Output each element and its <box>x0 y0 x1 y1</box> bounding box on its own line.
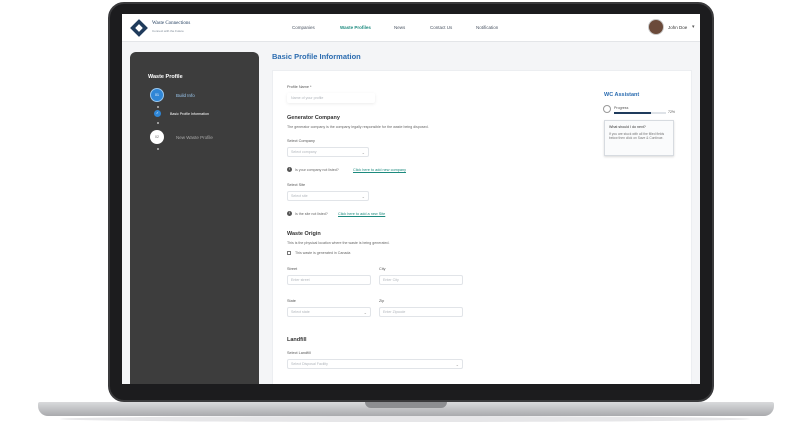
profile-name-input[interactable]: Name of your profile <box>287 93 375 103</box>
check-icon: ✓ <box>154 110 161 117</box>
page-title: Basic Profile Information <box>272 52 361 61</box>
select-landfill-label: Select Landfill <box>287 351 311 355</box>
profile-name-label: Profile Name * <box>287 85 312 89</box>
chevron-down-icon: ⌄ <box>361 150 365 155</box>
progress-percent: 72% <box>668 110 676 114</box>
laptop-shadow <box>60 416 750 422</box>
avatar[interactable] <box>648 19 664 35</box>
step-label-basic-profile[interactable]: Basic Profile Information <box>170 112 209 116</box>
canada-checkbox[interactable] <box>287 251 291 255</box>
wc-assistant-panel: WC Assistant Progress 72% What should I … <box>598 86 682 162</box>
street-input[interactable]: Enter street <box>287 275 371 285</box>
step-circle-build-info[interactable]: 01 <box>150 88 164 102</box>
canada-checkbox-label: This waste is generated in Canada <box>295 251 351 255</box>
progress-ring-icon <box>603 105 611 113</box>
top-navigation-bar: Waste Connections Connect with the Futur… <box>122 14 700 42</box>
add-site-link[interactable]: Click here to add a new Site <box>338 212 385 216</box>
select-site-label: Select Site <box>287 183 306 187</box>
state-dropdown[interactable]: Select state ⌄ <box>287 307 371 317</box>
progress-bar-fill <box>614 112 652 114</box>
laptop-mockup: Waste Connections Connect with the Futur… <box>0 0 810 430</box>
waste-origin-description: This is the physical location where the … <box>287 241 390 245</box>
site-not-listed-text: Is the site not listed? <box>295 212 328 216</box>
progress-label: Progress <box>614 106 629 110</box>
zip-input[interactable]: Enter Zipcode <box>379 307 463 317</box>
company-not-listed-text: Is your company not listed? <box>295 168 339 172</box>
assistant-title: WC Assistant <box>604 92 640 98</box>
brand-tagline: Connect with the Future <box>152 29 184 33</box>
state-label: State <box>287 299 296 303</box>
nav-contact-us[interactable]: Contact Us <box>430 25 452 30</box>
wizard-sidebar: Waste Profile 01 Build Info ✓ Basic Prof… <box>130 52 259 384</box>
chevron-down-icon[interactable]: ▾ <box>692 24 695 30</box>
laptop-notch <box>365 402 447 408</box>
add-company-link[interactable]: Click here to add new company <box>353 168 406 172</box>
generator-heading: Generator Company <box>287 115 340 121</box>
state-value: Select state <box>291 310 310 314</box>
select-company-value: Select company <box>291 150 317 154</box>
select-company-label: Select Company <box>287 139 315 143</box>
info-icon: i <box>287 167 292 172</box>
chevron-down-icon: ⌄ <box>361 194 365 199</box>
landfill-heading: Landfill <box>287 337 307 343</box>
chevron-down-icon: ⌄ <box>363 310 367 315</box>
nav-notification[interactable]: Notification <box>476 25 498 30</box>
step-label-build-info[interactable]: Build Info <box>176 93 195 98</box>
generator-description: The generator company is the company leg… <box>287 125 429 129</box>
city-input[interactable]: Enter City <box>379 275 463 285</box>
nav-companies[interactable]: Companies <box>292 25 315 30</box>
user-name[interactable]: John Doe <box>668 25 687 30</box>
info-icon: i <box>287 211 292 216</box>
street-label: Street <box>287 267 298 271</box>
company-logo-icon[interactable] <box>130 19 148 37</box>
zip-label: Zip <box>379 299 385 303</box>
waste-origin-heading: Waste Origin <box>287 231 321 237</box>
step-circle-new-waste-profile[interactable]: 02 <box>150 130 164 144</box>
select-company-dropdown[interactable]: Select company ⌄ <box>287 147 369 157</box>
select-landfill-value: Select Disposal Facility <box>291 362 328 366</box>
select-landfill-dropdown[interactable]: Select Disposal Facility ⌄ <box>287 359 463 369</box>
brand-name: Waste Connections <box>152 21 191 26</box>
city-label: City <box>379 267 386 271</box>
select-site-dropdown[interactable]: Select site ⌄ <box>287 191 369 201</box>
assistant-tip-card: What should I do next? If you are stuck … <box>604 120 674 156</box>
select-site-value: Select site <box>291 194 308 198</box>
sidebar-title: Waste Profile <box>148 74 183 80</box>
step-connector <box>156 148 159 150</box>
nav-news[interactable]: News <box>394 25 405 30</box>
step-connector <box>156 106 159 108</box>
app-screen: Waste Connections Connect with the Futur… <box>122 14 700 384</box>
step-label-new-waste-profile[interactable]: New Waste Profile <box>176 135 213 140</box>
step-connector <box>156 122 159 124</box>
nav-waste-profiles[interactable]: Waste Profiles <box>340 25 371 30</box>
chevron-down-icon: ⌄ <box>455 362 459 367</box>
tip-answer: If you are stuck with all the filled fie… <box>609 132 665 141</box>
progress-bar <box>614 112 666 114</box>
tip-question: What should I do next? <box>609 125 646 129</box>
